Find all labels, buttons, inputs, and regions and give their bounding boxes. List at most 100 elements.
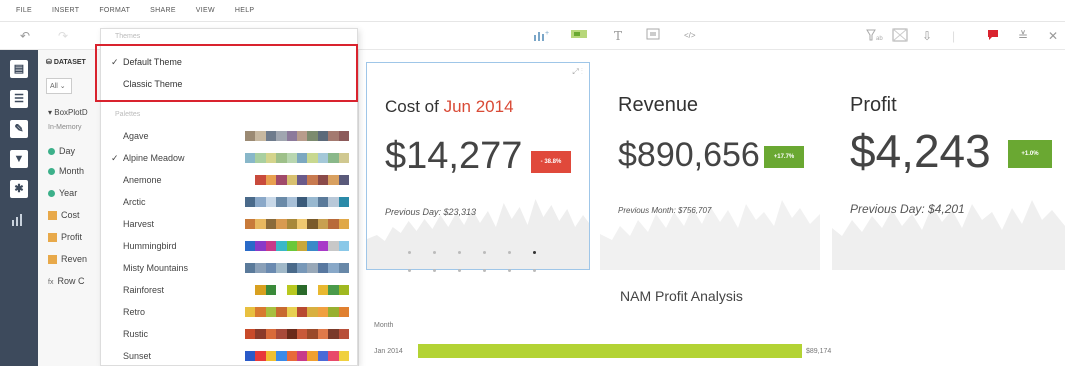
carousel-dot[interactable] (508, 269, 511, 272)
palette-name: Arctic (123, 197, 146, 207)
filter-icon[interactable]: ▼ (10, 150, 28, 168)
palette-option-anemone[interactable]: Anemone (123, 173, 350, 189)
kpi-comparison: Previous Month: $756,707 (618, 206, 712, 215)
calculated-field-icon: fx (48, 279, 54, 286)
palette-name: Agave (123, 131, 149, 141)
bar-value-label: $89,174 (806, 348, 832, 355)
dataset-root[interactable]: ▾ BoxPlotD (48, 108, 88, 117)
carousel-dot[interactable] (533, 251, 536, 254)
carousel-dot[interactable] (408, 269, 411, 272)
field-revenue[interactable]: Reven (48, 254, 87, 265)
palette-name: Anemone (123, 175, 162, 185)
palette-name: Harvest (123, 219, 155, 229)
field-profit[interactable]: Profit (48, 232, 82, 243)
comment-icon[interactable] (986, 28, 1000, 46)
palette-option-harvest[interactable]: Harvest (123, 217, 350, 233)
carousel-dot[interactable] (433, 251, 436, 254)
analytics-icon[interactable] (11, 214, 25, 229)
close-icon[interactable]: ✕ (1048, 28, 1058, 44)
carousel-dot[interactable] (483, 251, 486, 254)
palette-name: Misty Mountains (123, 263, 189, 273)
kpi-card-cost[interactable]: ⤢ ⋮ Cost of Jun 2014 $14,277 - 38.8% Pre… (366, 62, 590, 272)
image-widget-icon[interactable] (646, 28, 660, 44)
toolbar-separator: | (952, 29, 956, 43)
checkmark-icon: ✓ (111, 153, 119, 163)
field-month[interactable]: Month (48, 166, 84, 176)
palette-swatch (245, 285, 350, 295)
carousel-dot[interactable] (433, 269, 436, 272)
menu-share[interactable]: SHARE (150, 7, 176, 14)
dataset-icon[interactable]: ☰ (10, 90, 28, 108)
field-row-count[interactable]: fx Row C (48, 276, 84, 286)
field-year[interactable]: Year (48, 188, 77, 198)
kpi-widget-icon[interactable] (570, 28, 588, 44)
redo-icon[interactable]: ↷ (58, 28, 68, 44)
measure-icon (48, 255, 57, 265)
palette-option-retro[interactable]: Retro (123, 305, 350, 321)
palette-swatch (245, 329, 350, 339)
palette-option-alpine-meadow[interactable]: ✓ Alpine Meadow (111, 151, 350, 167)
palette-option-agave[interactable]: Agave (123, 129, 350, 145)
add-chart-icon[interactable]: + (533, 28, 549, 46)
palette-option-arctic[interactable]: Arctic (123, 195, 350, 211)
kpi-card-revenue[interactable]: Revenue $890,656 +17.7% Previous Month: … (600, 62, 820, 270)
menu-view[interactable]: VIEW (196, 7, 215, 14)
themes-heading: Themes (115, 33, 141, 40)
dimension-icon (48, 190, 55, 198)
menu-file[interactable]: FILE (16, 7, 32, 14)
palette-swatch (245, 241, 350, 251)
menu-help[interactable]: HELP (235, 7, 255, 14)
carousel-dots[interactable] (397, 241, 567, 277)
field-cost[interactable]: Cost (48, 210, 80, 221)
text-widget-icon[interactable]: T (614, 28, 622, 44)
field-day[interactable]: Day (48, 146, 75, 156)
more-options-icon[interactable]: ⋮ (581, 67, 583, 76)
dimension-icon (48, 168, 55, 176)
menu-format[interactable]: FORMAT (99, 7, 130, 14)
palette-option-misty-mountains[interactable]: Misty Mountains (123, 261, 350, 277)
bar-category-label: Jan 2014 (374, 348, 403, 355)
kpi-comparison: Previous Day: $4,201 (850, 202, 965, 216)
bar-jan-2014[interactable] (418, 344, 802, 358)
sparkline-background (832, 200, 1065, 270)
carousel-dot[interactable] (458, 251, 461, 254)
dashboard-icon[interactable]: ▤ (10, 60, 28, 78)
palette-swatch (245, 307, 350, 317)
export-icon[interactable]: ⇩ (922, 28, 932, 44)
kpi-value: $14,277 (385, 135, 523, 177)
kpi-card-profit[interactable]: Profit $4,243 +1.0% Previous Day: $4,201 (832, 62, 1065, 270)
filter-widget-icon[interactable]: ab (866, 28, 884, 46)
card-tools[interactable]: ⤢ ⋮ (572, 67, 583, 77)
kpi-title: Cost of Jun 2014 (385, 97, 514, 116)
menu-insert[interactable]: INSERT (52, 7, 79, 14)
kpi-value: $4,243 (850, 125, 991, 177)
menu-bar: FILE INSERT FORMAT SHARE VIEW HELP (0, 0, 1065, 22)
palette-name: Rustic (123, 329, 149, 339)
edit-icon[interactable]: ✎ (10, 120, 28, 138)
carousel-dot[interactable] (458, 269, 461, 272)
expand-icon[interactable]: ⤢ (572, 67, 578, 76)
palettes-heading: Palettes (115, 111, 141, 118)
kpi-title: Profit (850, 94, 897, 116)
kpi-change-badge: - 38.8% (531, 151, 571, 173)
frame-icon[interactable] (892, 28, 908, 46)
carousel-dot[interactable] (533, 269, 536, 272)
undo-icon[interactable]: ↶ (20, 28, 30, 44)
palette-option-hummingbird[interactable]: Hummingbird (123, 239, 350, 255)
palette-swatch (245, 219, 350, 229)
carousel-dot[interactable] (508, 251, 511, 254)
palette-option-rustic[interactable]: Rustic (123, 327, 350, 343)
dataset-source: In-Memory (48, 124, 82, 131)
carousel-dot[interactable] (408, 251, 411, 254)
dataset-filter-select[interactable]: All ⌄ (46, 78, 72, 94)
settings-icon[interactable]: ✱ (10, 180, 28, 198)
palette-option-sunset[interactable]: Sunset (123, 349, 350, 365)
palette-option-rainforest[interactable]: Rainforest (123, 283, 350, 299)
palette-swatch (245, 153, 350, 163)
carousel-dot[interactable] (483, 269, 486, 272)
kpi-change-badge: +17.7% (764, 146, 804, 168)
html-widget-icon[interactable]: </> (684, 28, 696, 44)
sparkline-background (600, 200, 820, 270)
left-rail: ▤ ☰ ✎ ▼ ✱ (0, 50, 38, 366)
collapse-icon[interactable]: ≚ (1018, 28, 1028, 44)
